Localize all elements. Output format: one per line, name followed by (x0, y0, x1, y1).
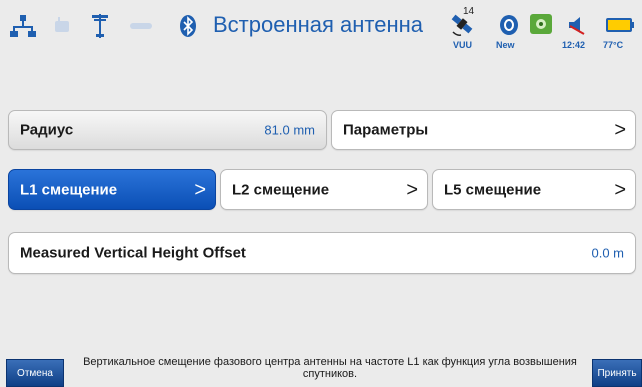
chevron-right-icon: > (614, 178, 626, 201)
radius-field[interactable]: Радиус 81.0 mm (8, 110, 327, 150)
new-badge-icon[interactable] (498, 13, 520, 37)
tab-l1-label: L1 смещение (20, 181, 118, 198)
satellite-count: 14 (463, 6, 475, 17)
chevron-right-icon: > (406, 178, 418, 201)
tab-l1-offset[interactable]: L1 смещение > (8, 169, 216, 210)
chevron-right-icon: > (194, 178, 206, 201)
antenna-icon[interactable] (90, 12, 110, 40)
radio-icon[interactable] (52, 17, 72, 35)
mvho-value: 0.0 m (591, 245, 624, 261)
bluetooth-icon[interactable] (180, 15, 196, 37)
link-icon[interactable] (130, 20, 152, 32)
battery-icon[interactable] (606, 17, 636, 33)
page-title: Встроенная антенна (213, 12, 423, 37)
parameters-label: Параметры (343, 121, 429, 139)
accept-button[interactable]: Принять (592, 359, 642, 387)
measured-vertical-height-offset-field[interactable]: Measured Vertical Height Offset 0.0 m (8, 232, 636, 274)
cancel-button[interactable]: Отмена (6, 359, 64, 387)
tab-l5-label: L5 смещение (444, 181, 542, 198)
mvho-label: Measured Vertical Height Offset (20, 244, 246, 262)
tab-l2-label: L2 смещение (232, 181, 330, 198)
clock-time: 12:42 (562, 40, 586, 50)
parameters-button[interactable]: Параметры > (331, 110, 636, 150)
tab-l2-offset[interactable]: L2 смещение > (220, 169, 428, 210)
temperature-readout: 77°C (603, 40, 624, 50)
new-caption: New (496, 40, 515, 50)
cancel-label: Отмена (17, 367, 53, 379)
chevron-right-icon: > (614, 119, 626, 141)
tab-l5-offset[interactable]: L5 смещение > (432, 169, 636, 210)
speaker-icon[interactable] (567, 14, 587, 36)
network-icon[interactable] (10, 14, 36, 38)
accept-label: Принять (597, 367, 637, 379)
status-bar: Встроенная антенна 14 VUU New 12:42 77°C (0, 0, 642, 66)
help-text: Вертикальное смещение фазового центра ан… (83, 356, 577, 380)
satellite-caption: VUU (453, 40, 473, 50)
radius-label: Радиус (20, 121, 74, 139)
gnss-status-icon[interactable] (530, 12, 552, 36)
radius-value: 81.0 mm (264, 122, 315, 138)
